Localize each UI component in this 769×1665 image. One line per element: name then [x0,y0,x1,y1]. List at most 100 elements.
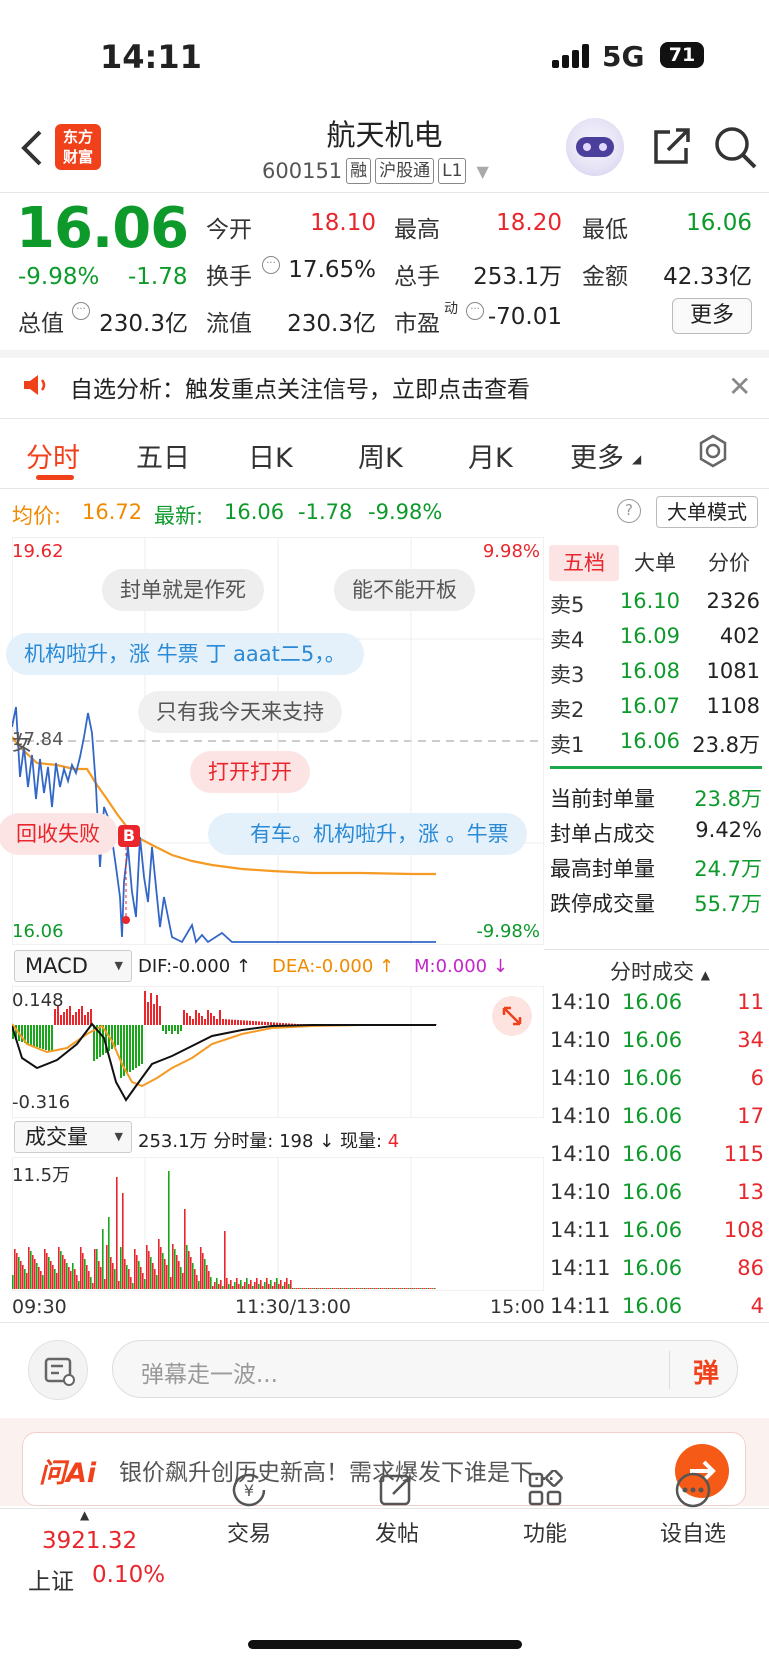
danmu-bubble: 打开打开 [190,751,310,793]
volume-bar [298,1288,300,1289]
volume-select[interactable]: 成交量 ▼ [14,1121,132,1153]
ticks-title[interactable]: 分时成交 ▲ [610,956,710,986]
buy-marker: B [118,825,140,847]
stock-code-row[interactable]: 600151 融 沪股通 L1 ▼ [262,158,489,184]
volume-bar [408,1288,410,1289]
ask-row[interactable]: 卖2 16.07 1108 [550,694,760,724]
volume-bar [400,1288,402,1289]
search-icon[interactable] [712,124,758,174]
volume-bar [388,1288,390,1289]
change-pct: -9.98% [18,264,100,290]
volume-bar [106,1245,108,1289]
notice-text[interactable]: 自选分析：触发重点关注信号，立即点击查看 [70,370,530,404]
last-price: 16.06 [16,196,189,261]
volume-bar [124,1259,126,1289]
ask-row[interactable]: 卖3 16.08 1081 [550,659,760,689]
volume-bar [88,1271,90,1289]
expand-icon[interactable] [492,996,532,1036]
tab-daily[interactable]: 日K [248,436,293,475]
volume-bar [426,1288,428,1289]
volume-bar [142,1273,144,1289]
volume-bar [424,1288,426,1289]
nav-functions[interactable]: 功能 [490,1469,600,1548]
volume-bar [256,1278,258,1289]
macd-histogram-bar [150,993,152,1025]
nav-trade[interactable]: ¥ 交易 [194,1470,304,1548]
volume-bar [384,1288,386,1289]
info-icon[interactable]: ··· [72,302,90,320]
ob-tab-five[interactable]: 五档 [549,545,619,581]
help-icon[interactable]: ? [617,499,641,523]
volume-bar [138,1261,140,1289]
danmu-input[interactable]: 弹幕走一波... 弹 [112,1340,738,1398]
macd-histogram-bar [234,1019,236,1025]
close-icon[interactable]: ✕ [728,370,751,403]
macd-top-label: 0.148 [12,990,64,1011]
mktcap-label: 总值 [18,311,64,337]
volume-bar [252,1286,254,1289]
danmu-settings-icon[interactable] [28,1340,88,1400]
nav-add-watchlist[interactable]: 设自选 [638,1470,748,1548]
volume-bar [14,1249,16,1289]
tab-5day[interactable]: 五日 [136,436,190,475]
share-icon[interactable] [650,126,692,172]
robot-avatar-icon[interactable] [566,118,624,176]
macd-histogram-bar [66,1009,68,1025]
macd-histogram-bar [126,1025,128,1074]
volume-bar [172,1244,174,1289]
volume-bar [34,1259,36,1289]
volume-bar [282,1286,284,1289]
amount-label: 金额 [582,264,628,290]
volume-bar [166,1265,168,1289]
nav-post[interactable]: 发帖 [342,1470,452,1548]
ask-row[interactable]: 卖5 16.10 2326 [550,589,760,619]
seal-row: 跌停成交量 55.7万 [550,892,762,916]
pe-sup: 动 [444,301,458,317]
volume-bar [102,1229,104,1289]
macd-histogram-bar [60,1015,62,1025]
volume-bar [62,1255,64,1289]
macd-histogram-bar [132,1025,134,1070]
volume-bar [58,1247,60,1289]
volume-bar [118,1281,120,1289]
volume-bar [206,1265,208,1289]
price-bottom-label: 16.06 [12,921,64,942]
info-icon[interactable]: ··· [466,302,484,320]
ob-tab-price[interactable]: 分价 [708,545,750,581]
volume-bar [386,1288,388,1289]
danmu-send-button[interactable]: 弹 [693,1353,719,1390]
ask-row[interactable]: 卖1 16.06 23.8万 [550,729,760,759]
volume-bar [90,1277,92,1289]
ask-row[interactable]: 卖4 16.09 402 [550,624,760,654]
settings-icon[interactable] [696,434,730,472]
bigorder-mode-button[interactable]: 大单模式 [656,496,758,528]
tab-monthly[interactable]: 月K [468,436,513,475]
volume-bar [162,1253,164,1289]
volume-bar [70,1271,72,1289]
index-pct[interactable]: 0.10% [92,1562,165,1588]
volume-top-label: 11.5万 [12,1165,71,1186]
info-icon[interactable]: ··· [262,256,280,274]
volume-bar [248,1284,250,1289]
volume-bar [364,1288,366,1289]
index-name[interactable]: 上证 [28,1562,74,1596]
macd-histogram-bar [171,1025,173,1034]
ob-tab-big[interactable]: 大单 [634,545,676,581]
more-button[interactable]: 更多 [672,298,752,334]
tab-weekly[interactable]: 周K [358,436,403,475]
volume-bar [378,1288,380,1289]
macd-histogram-bar [237,1020,239,1025]
tab-underline [36,475,74,480]
volume-bar [56,1273,58,1289]
volume-bar [78,1281,80,1289]
float-label: 流值 [206,311,252,337]
tab-intraday[interactable]: 分时 [26,436,80,475]
tab-more[interactable]: 更多 [570,436,624,475]
index-value[interactable]: 3921.32 [42,1528,137,1554]
macd-select[interactable]: MACD ▼ [14,950,132,982]
tick-row: 14:11 16.06 4 [550,1294,764,1318]
macd-histogram-bar [183,1010,185,1025]
volume-bar [144,1279,146,1289]
intraday-chart[interactable]: 封单就是作死 能不能开板 机构啦升，涨 牛票 丁 aaat二5，。 只有我今天来… [0,537,544,945]
status-time: 14:11 [100,38,202,76]
